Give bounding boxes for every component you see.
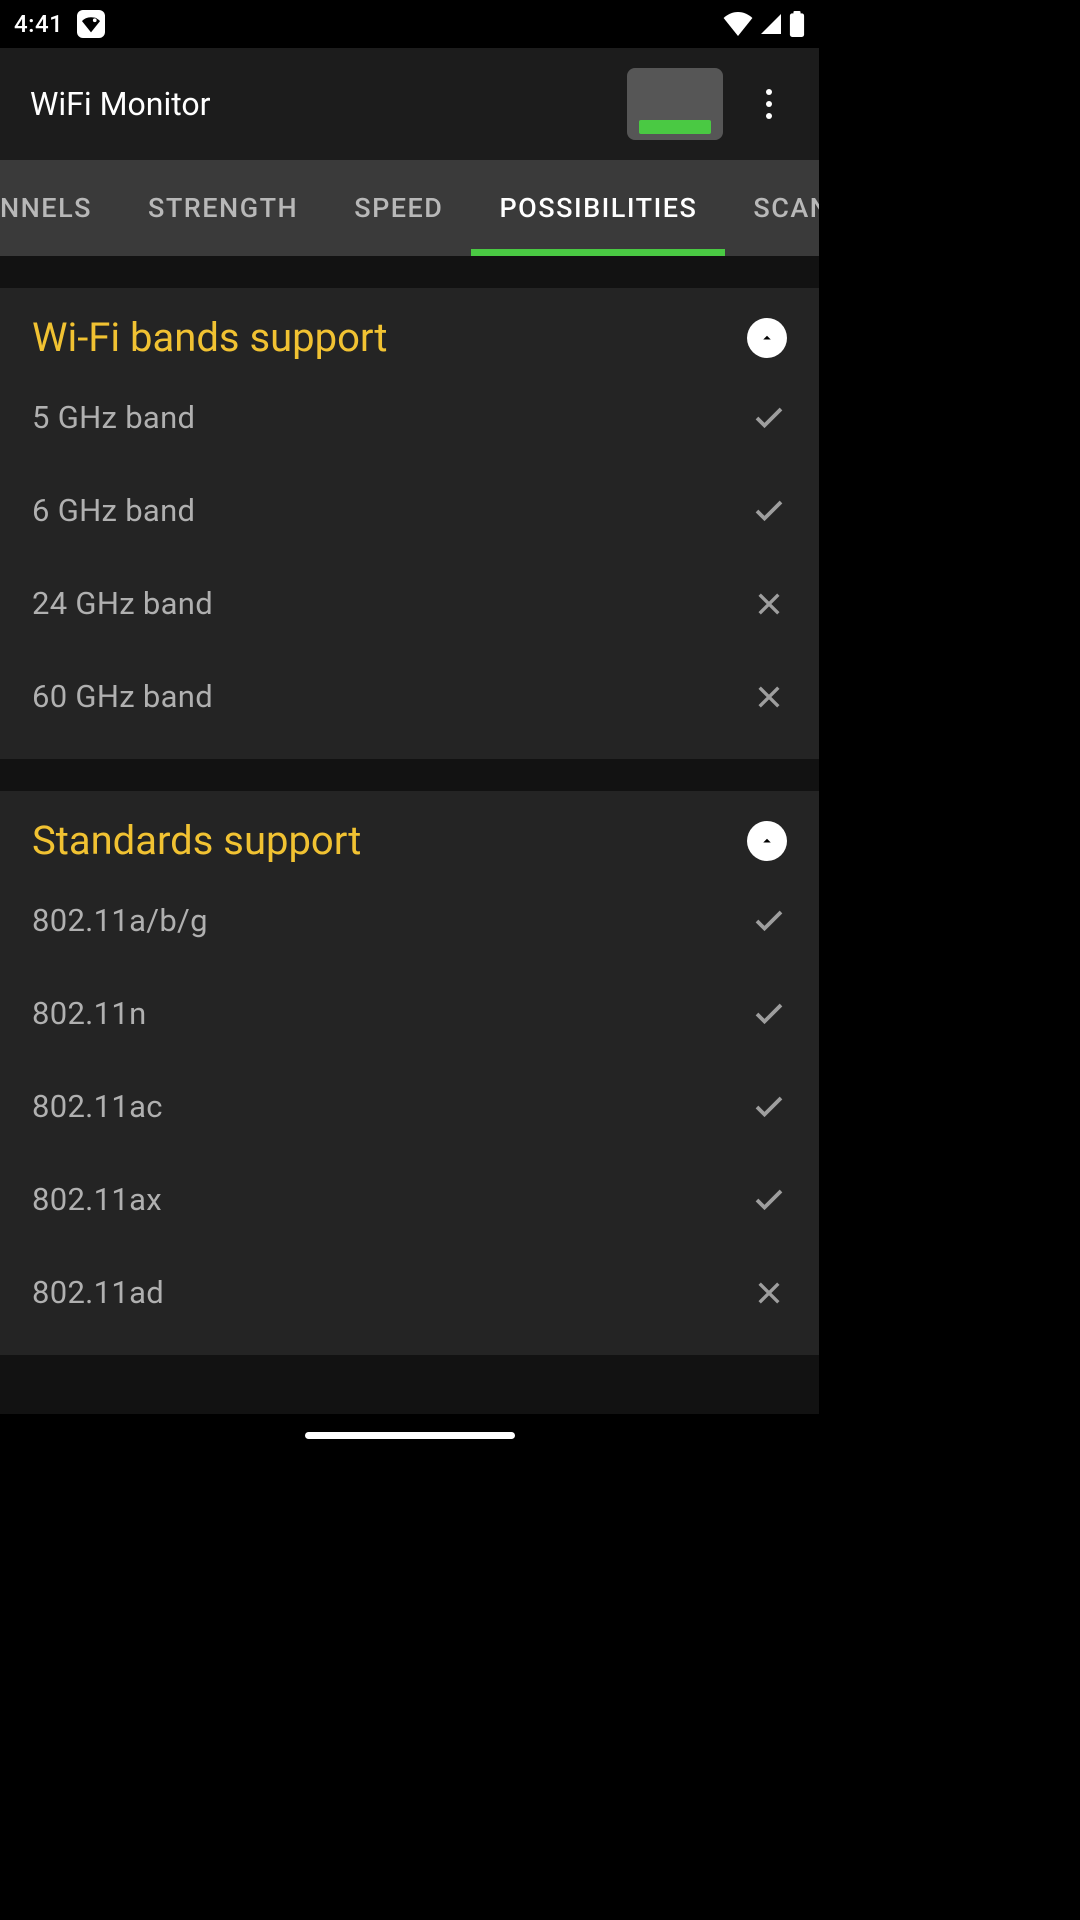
app-bar: WiFi Monitor xyxy=(0,48,819,160)
capability-row: 802.11ax xyxy=(0,1153,819,1246)
capability-row: 6 GHz band xyxy=(0,464,819,557)
tab-speed[interactable]: SPEED xyxy=(326,160,471,256)
tab-channels[interactable]: NNELS xyxy=(0,160,120,256)
check-icon xyxy=(751,400,787,436)
app-title: WiFi Monitor xyxy=(30,85,627,123)
check-icon xyxy=(751,996,787,1032)
section-title: Standards support xyxy=(32,817,361,864)
capability-row: 802.11ac xyxy=(0,1060,819,1153)
collapse-button[interactable] xyxy=(747,318,787,358)
status-left: 4:41 xyxy=(14,10,105,38)
tab-scan[interactable]: SCAN xyxy=(725,160,819,256)
section-wifi-bands: Wi-Fi bands support 5 GHz band 6 GHz ban… xyxy=(0,288,819,759)
capability-label: 802.11ac xyxy=(32,1088,163,1125)
capability-label: 5 GHz band xyxy=(32,399,195,436)
check-icon xyxy=(751,493,787,529)
tab-strength[interactable]: STRENGTH xyxy=(120,160,326,256)
check-icon xyxy=(751,1089,787,1125)
status-bar: 4:41 xyxy=(0,0,819,48)
capability-row: 802.11n xyxy=(0,967,819,1060)
capability-label: 802.11ad xyxy=(32,1274,164,1311)
system-nav-bar xyxy=(0,1414,819,1456)
tab-label: STRENGTH xyxy=(148,192,298,224)
section-header[interactable]: Standards support xyxy=(0,791,819,874)
content-scroll[interactable]: Wi-Fi bands support 5 GHz band 6 GHz ban… xyxy=(0,256,819,1414)
tab-label: SPEED xyxy=(354,192,443,224)
signal-level-bar xyxy=(639,120,711,134)
home-indicator[interactable] xyxy=(305,1432,515,1439)
battery-icon xyxy=(789,11,805,37)
capability-label: 6 GHz band xyxy=(32,492,195,529)
signal-indicator-button[interactable] xyxy=(627,68,723,140)
capability-label: 802.11a/b/g xyxy=(32,902,208,939)
capability-row: 24 GHz band xyxy=(0,557,819,650)
cell-signal-icon xyxy=(759,12,783,36)
more-vertical-icon xyxy=(766,101,772,107)
wifi-icon xyxy=(723,12,753,36)
section-header[interactable]: Wi-Fi bands support xyxy=(0,288,819,371)
check-icon xyxy=(751,903,787,939)
capability-row: 802.11a/b/g xyxy=(0,874,819,967)
cross-icon xyxy=(751,679,787,715)
cross-icon xyxy=(751,1275,787,1311)
capability-row: 802.11ad xyxy=(0,1246,819,1339)
capability-label: 24 GHz band xyxy=(32,585,213,622)
chevron-up-icon xyxy=(758,832,776,850)
check-icon xyxy=(751,1182,787,1218)
tab-bar: NNELS STRENGTH SPEED POSSIBILITIES SCAN xyxy=(0,160,819,256)
status-time: 4:41 xyxy=(14,10,63,38)
tab-label: NNELS xyxy=(0,192,92,224)
capability-label: 60 GHz band xyxy=(32,678,213,715)
capability-row: 5 GHz band xyxy=(0,371,819,464)
section-title: Wi-Fi bands support xyxy=(32,314,388,361)
section-standards: Standards support 802.11a/b/g 802.11n 80… xyxy=(0,791,819,1355)
more-options-button[interactable] xyxy=(749,84,789,124)
cross-icon xyxy=(751,586,787,622)
status-notification-icon xyxy=(77,10,105,38)
capability-label: 802.11n xyxy=(32,995,147,1032)
chevron-up-icon xyxy=(758,329,776,347)
status-right xyxy=(723,11,805,37)
capability-row: 60 GHz band xyxy=(0,650,819,743)
capability-label: 802.11ax xyxy=(32,1181,162,1218)
tab-label: POSSIBILITIES xyxy=(499,192,697,224)
tab-possibilities[interactable]: POSSIBILITIES xyxy=(471,160,725,256)
collapse-button[interactable] xyxy=(747,821,787,861)
tab-label: SCAN xyxy=(753,192,819,224)
